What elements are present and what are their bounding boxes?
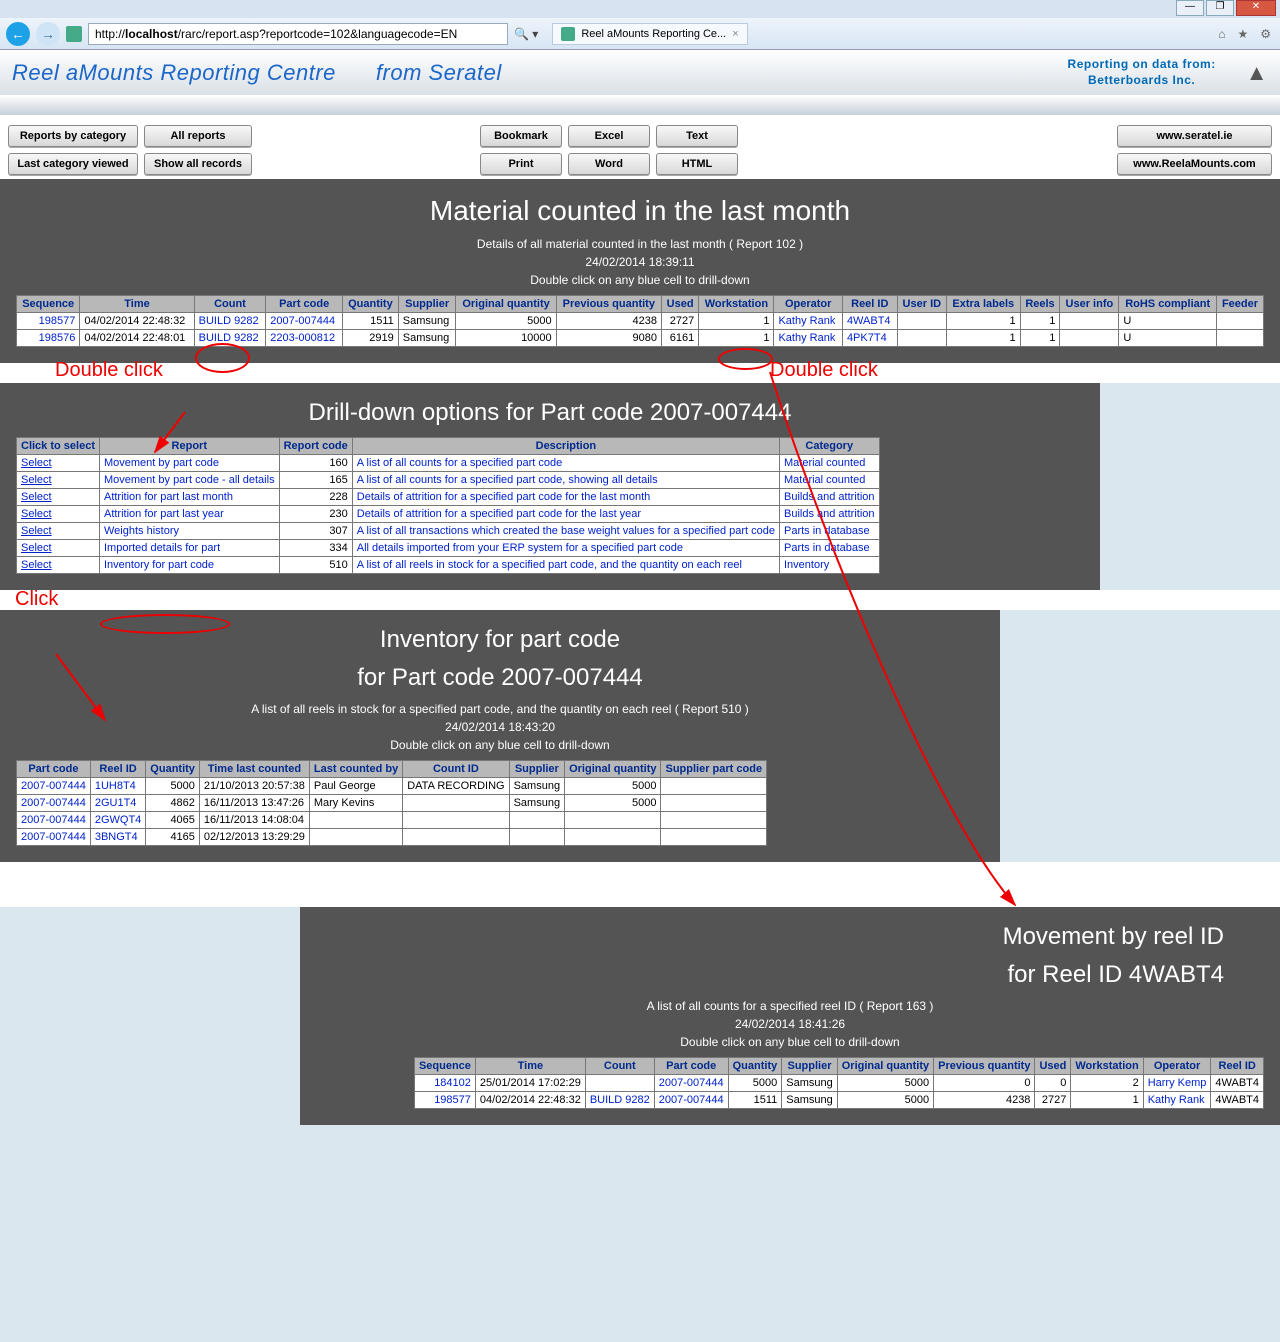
html-button[interactable]: HTML — [656, 153, 738, 175]
nav-forward-button[interactable]: → — [36, 22, 60, 46]
inventory-title-1: Inventory for part code — [16, 626, 984, 654]
table-row[interactable]: SelectMovement by part code - all detail… — [17, 472, 880, 489]
site-favicon — [66, 26, 82, 42]
word-button[interactable]: Word — [568, 153, 650, 175]
sys-min[interactable]: — — [1176, 0, 1204, 16]
movement-title-1: Movement by reel ID — [316, 923, 1264, 951]
browser-address-bar: ← → http://localhost/rarc/report.asp?rep… — [0, 18, 1280, 50]
annotation-double-click-1: Double click — [55, 359, 163, 382]
print-button[interactable]: Print — [480, 153, 562, 175]
movement-title-2: for Reel ID 4WABT4 — [316, 961, 1264, 989]
table-row[interactable]: 2007-0074442GU1T4486216/11/2013 13:47:26… — [17, 795, 767, 812]
reporting-from: Reporting on data from: Betterboards Inc… — [1068, 57, 1216, 88]
material-table: SequenceTime CountPart code QuantitySupp… — [16, 295, 1264, 347]
annotation-click: Click — [15, 588, 58, 611]
drilldown-table: Click to selectReport Report codeDescrip… — [16, 437, 880, 574]
table-row[interactable]: SelectInventory for part code510A list o… — [17, 557, 880, 574]
brand-right: from Seratel — [376, 60, 502, 86]
sys-max[interactable]: ❐ — [1206, 0, 1234, 16]
select-link[interactable]: Select — [17, 489, 100, 506]
table-row[interactable]: 2007-0074442GWQT4406516/11/2013 14:08:04 — [17, 812, 767, 829]
table-row[interactable]: SelectMovement by part code160A list of … — [17, 455, 880, 472]
select-link[interactable]: Select — [17, 455, 100, 472]
movement-panel: Movement by reel ID for Reel ID 4WABT4 A… — [300, 907, 1280, 1125]
reports-by-category-button[interactable]: Reports by category — [8, 125, 138, 147]
url-input[interactable]: http://localhost/rarc/report.asp?reportc… — [88, 23, 508, 45]
table-row[interactable]: 19857704/02/2014 22:48:32BUILD 92822007-… — [414, 1092, 1263, 1109]
table-row[interactable]: 2007-0074441UH8T4500021/10/2013 20:57:38… — [17, 778, 767, 795]
gear-icon[interactable]: ⚙ — [1257, 27, 1274, 41]
table-header-row: SequenceTime CountPart code QuantitySupp… — [17, 296, 1264, 313]
annotation-double-click-2: Double click — [770, 359, 878, 382]
home-icon[interactable]: ⌂ — [1215, 27, 1228, 41]
inventory-title-2: for Part code 2007-007444 — [16, 664, 984, 692]
report-hint: Double click on any blue cell to drill-d… — [16, 273, 1264, 287]
banner-scroll[interactable]: ▲ — [1246, 60, 1268, 86]
part-code-cell: 2007-007444 — [266, 313, 343, 330]
drilldown-title: Drill-down options for Part code 2007-00… — [16, 399, 1084, 427]
search-icon[interactable]: 🔍 ▾ — [514, 27, 538, 41]
report-subtitle: Details of all material counted in the l… — [16, 237, 1264, 251]
text-button[interactable]: Text — [656, 125, 738, 147]
table-row[interactable]: SelectAttrition for part last year230Det… — [17, 506, 880, 523]
table-row[interactable]: 198576 04/02/2014 22:48:01 BUILD 9282 22… — [17, 330, 1264, 347]
excel-button[interactable]: Excel — [568, 125, 650, 147]
table-row[interactable]: 198577 04/02/2014 22:48:32 BUILD 9282 20… — [17, 313, 1264, 330]
report-main-panel: Material counted in the last month Detai… — [0, 179, 1280, 363]
table-row[interactable]: SelectAttrition for part last month228De… — [17, 489, 880, 506]
tab-close-icon[interactable]: × — [732, 28, 738, 40]
last-category-viewed-button[interactable]: Last category viewed — [8, 153, 138, 175]
reel-id-cell: 4WABT4 — [842, 313, 897, 330]
command-toolbar: Reports by category All reports Last cat… — [0, 115, 1280, 179]
select-link[interactable]: Select — [17, 557, 100, 574]
show-all-records-button[interactable]: Show all records — [144, 153, 252, 175]
app-banner: Reel aMounts Reporting Centre from Serat… — [0, 50, 1280, 95]
tab-favicon — [561, 27, 575, 41]
table-row[interactable]: SelectWeights history307A list of all tr… — [17, 523, 880, 540]
bookmark-button[interactable]: Bookmark — [480, 125, 562, 147]
report-title: Material counted in the last month — [16, 195, 1264, 227]
table-row[interactable]: 2007-0074443BNGT4416502/12/2013 13:29:29 — [17, 829, 767, 846]
reelamounts-link-button[interactable]: www.ReelaMounts.com — [1117, 153, 1272, 175]
favorites-icon[interactable]: ★ — [1234, 27, 1251, 41]
table-row[interactable]: 18410225/01/2014 17:02:292007-0074445000… — [414, 1075, 1263, 1092]
select-link[interactable]: Select — [17, 506, 100, 523]
movement-table: SequenceTime CountPart code QuantitySupp… — [414, 1057, 1264, 1109]
select-link[interactable]: Select — [17, 540, 100, 557]
browser-tab[interactable]: Reel aMounts Reporting Ce... × — [552, 23, 747, 45]
brand-left: Reel aMounts Reporting Centre — [12, 60, 336, 86]
select-link[interactable]: Select — [17, 523, 100, 540]
seratel-link-button[interactable]: www.seratel.ie — [1117, 125, 1272, 147]
table-row[interactable]: SelectImported details for part334All de… — [17, 540, 880, 557]
all-reports-button[interactable]: All reports — [144, 125, 252, 147]
sys-close[interactable]: ✕ — [1236, 0, 1276, 16]
inventory-table: Part codeReel ID QuantityTime last count… — [16, 760, 767, 846]
select-link[interactable]: Select — [17, 472, 100, 489]
report-timestamp: 24/02/2014 18:39:11 — [16, 255, 1264, 269]
tab-title: Reel aMounts Reporting Ce... — [581, 28, 726, 40]
drilldown-panel: Drill-down options for Part code 2007-00… — [0, 383, 1100, 590]
nav-back-button[interactable]: ← — [6, 22, 30, 46]
inventory-panel: Inventory for part code for Part code 20… — [0, 610, 1000, 862]
